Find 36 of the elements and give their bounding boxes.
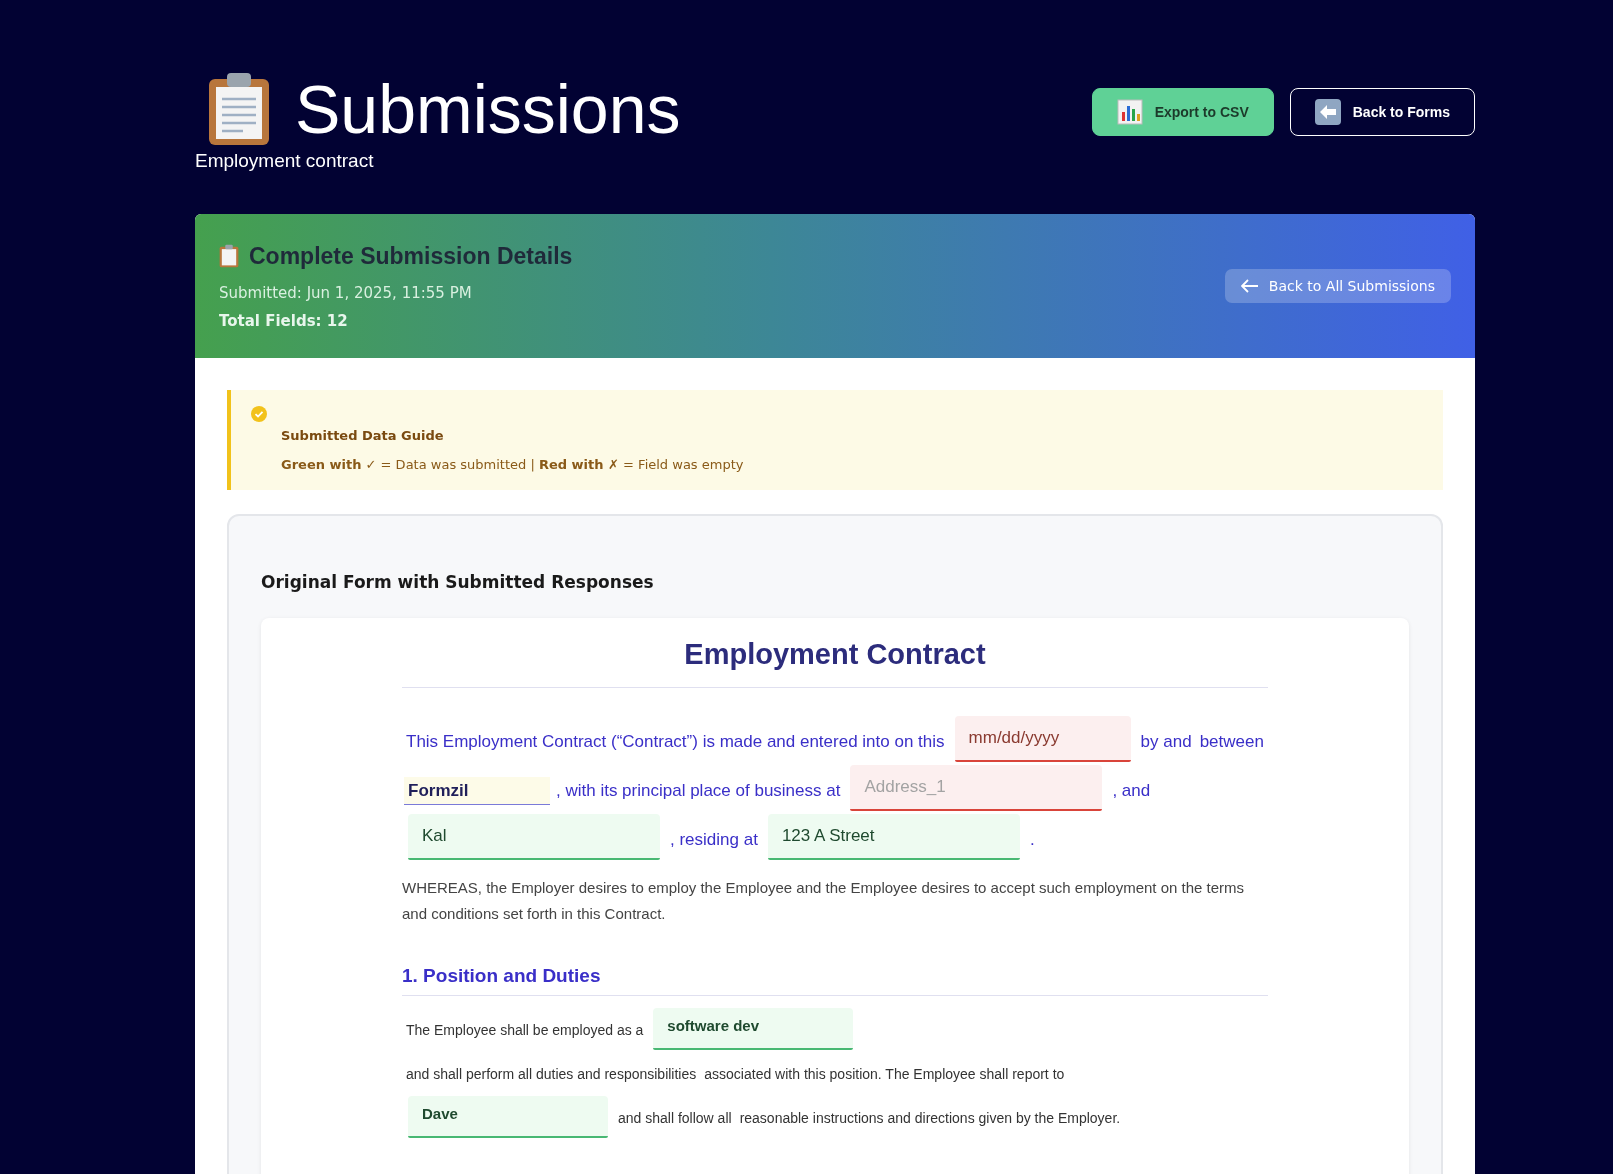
guide-title: Submitted Data Guide <box>281 428 445 443</box>
contract-text: and shall perform all duties and responsibilities <box>406 1066 697 1082</box>
document-title: Employment Contract <box>402 638 1268 688</box>
input-field[interactable]: mm/dd/yyyy <box>954 716 1131 762</box>
submitted-date: Submitted: Jun 1, 2025, 11:55 PM <box>219 283 473 302</box>
contract-text: , with its principal place of business at <box>556 781 841 800</box>
page-title: Submissions <box>295 70 681 148</box>
check-circle-icon <box>251 406 267 422</box>
contract-text: associated with this position. The Employee shall report to <box>704 1066 1065 1082</box>
section-heading: 1. Position and Duties <box>402 965 1268 996</box>
back-button[interactable]: Back to Forms <box>1289 88 1475 136</box>
form-name: Employment contract <box>195 150 375 172</box>
contract-text: by and <box>1140 732 1192 751</box>
input-field[interactable]: software dev <box>653 1008 854 1050</box>
input-field[interactable]: Dave <box>408 1096 608 1138</box>
input-field[interactable]: Kal <box>408 814 660 860</box>
details-title: Complete Submission Details <box>249 242 573 270</box>
contract-text: reasonable instructions and directions given by the Employer. <box>739 1110 1121 1126</box>
contract-text: , residing at <box>670 830 758 849</box>
input-field[interactable]: 123 A Street <box>767 814 1020 860</box>
guide-legend: Green with ✓ = Data was submitted | Red with ✗ = Field was empty <box>281 457 1423 472</box>
total-fields: Total Fields: 12 <box>219 311 573 330</box>
bar-chart-icon <box>1116 99 1143 125</box>
contract-text: This Employment Contract (“Contract”) is made and entered into on this <box>406 732 945 751</box>
contract-text: . <box>1029 830 1035 849</box>
clipboard-icon <box>219 244 239 268</box>
whereas-paragraph: WHEREAS, the Employer desires to employ the Employee and the Employee desires to accept such employment on the terms and conditions set forth in this Contract. <box>402 878 1246 924</box>
contract-text: The Employee shall be employed as a <box>406 1022 644 1038</box>
contract-text: , and <box>1112 781 1151 800</box>
input-field[interactable]: Formzil <box>404 777 550 805</box>
contract-text: between <box>1199 732 1264 751</box>
contract-text: and shall follow all <box>618 1110 732 1126</box>
export-button[interactable]: Export to CSV <box>1091 88 1274 136</box>
left-arrow-icon <box>1240 279 1259 293</box>
clipboard-icon <box>207 71 271 147</box>
form-panel-title: Original Form with Submitted Responses <box>261 572 655 592</box>
